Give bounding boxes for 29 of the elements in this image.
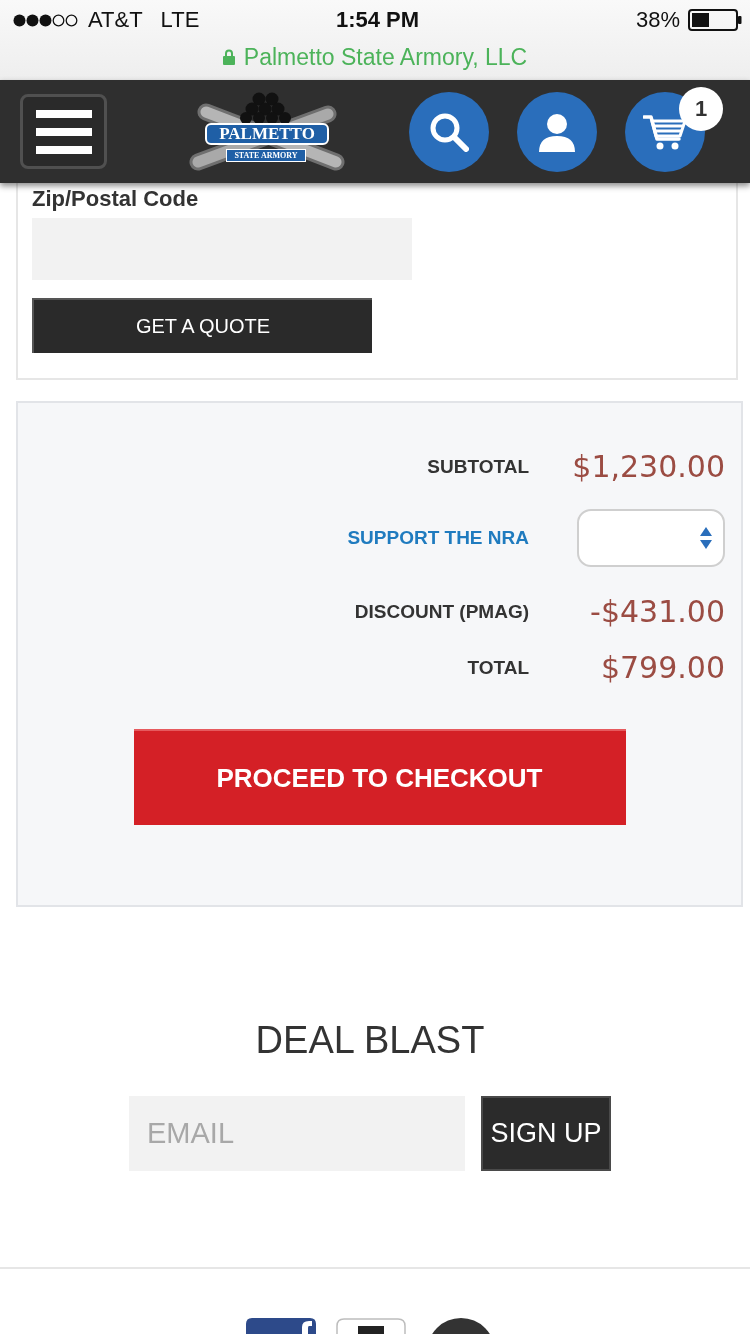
sign-up-button[interactable]: SIGN UP [481, 1096, 611, 1171]
signal-strength-icon [13, 13, 79, 27]
donation-link[interactable]: SUPPORT THE NRA [347, 527, 529, 549]
checkout-button[interactable]: PROCEED TO CHECKOUT [133, 729, 626, 825]
cart-icon [643, 112, 687, 151]
total-label: SUBTOTAL [427, 456, 529, 478]
newsletter-title: DEAL BLAST [255, 1018, 485, 1063]
battery-percent: 38% [635, 7, 680, 33]
search-icon [429, 111, 469, 152]
up-down-arrows-icon [699, 526, 713, 550]
social-media-icon[interactable] [336, 1318, 406, 1334]
network-type: LTE [160, 7, 200, 33]
amount-value: $1,230.00 [571, 448, 725, 486]
battery-icon [688, 9, 742, 31]
clock-time: 1:54 PM [335, 7, 420, 33]
person-icon [537, 111, 577, 152]
menu-icon [35, 109, 92, 154]
menu-button[interactable] [20, 94, 107, 169]
get-quote-button[interactable]: GET A QUOTE [32, 298, 372, 353]
total-label: DISCOUNT (PMAG) [354, 601, 529, 623]
amount-value: -$431.00 [589, 593, 725, 631]
carrier-name: AT&T [88, 7, 143, 33]
amount-value: $799.00 [599, 649, 725, 687]
logo-title: PALMETTO [205, 122, 329, 145]
field-label: Zip/Postal Code [32, 187, 199, 211]
email-field[interactable]: EMAIL [129, 1096, 465, 1171]
total-label: TOTAL [467, 657, 529, 679]
social-media-icon[interactable] [246, 1318, 316, 1334]
cart-count-badge: 1 [679, 86, 723, 131]
